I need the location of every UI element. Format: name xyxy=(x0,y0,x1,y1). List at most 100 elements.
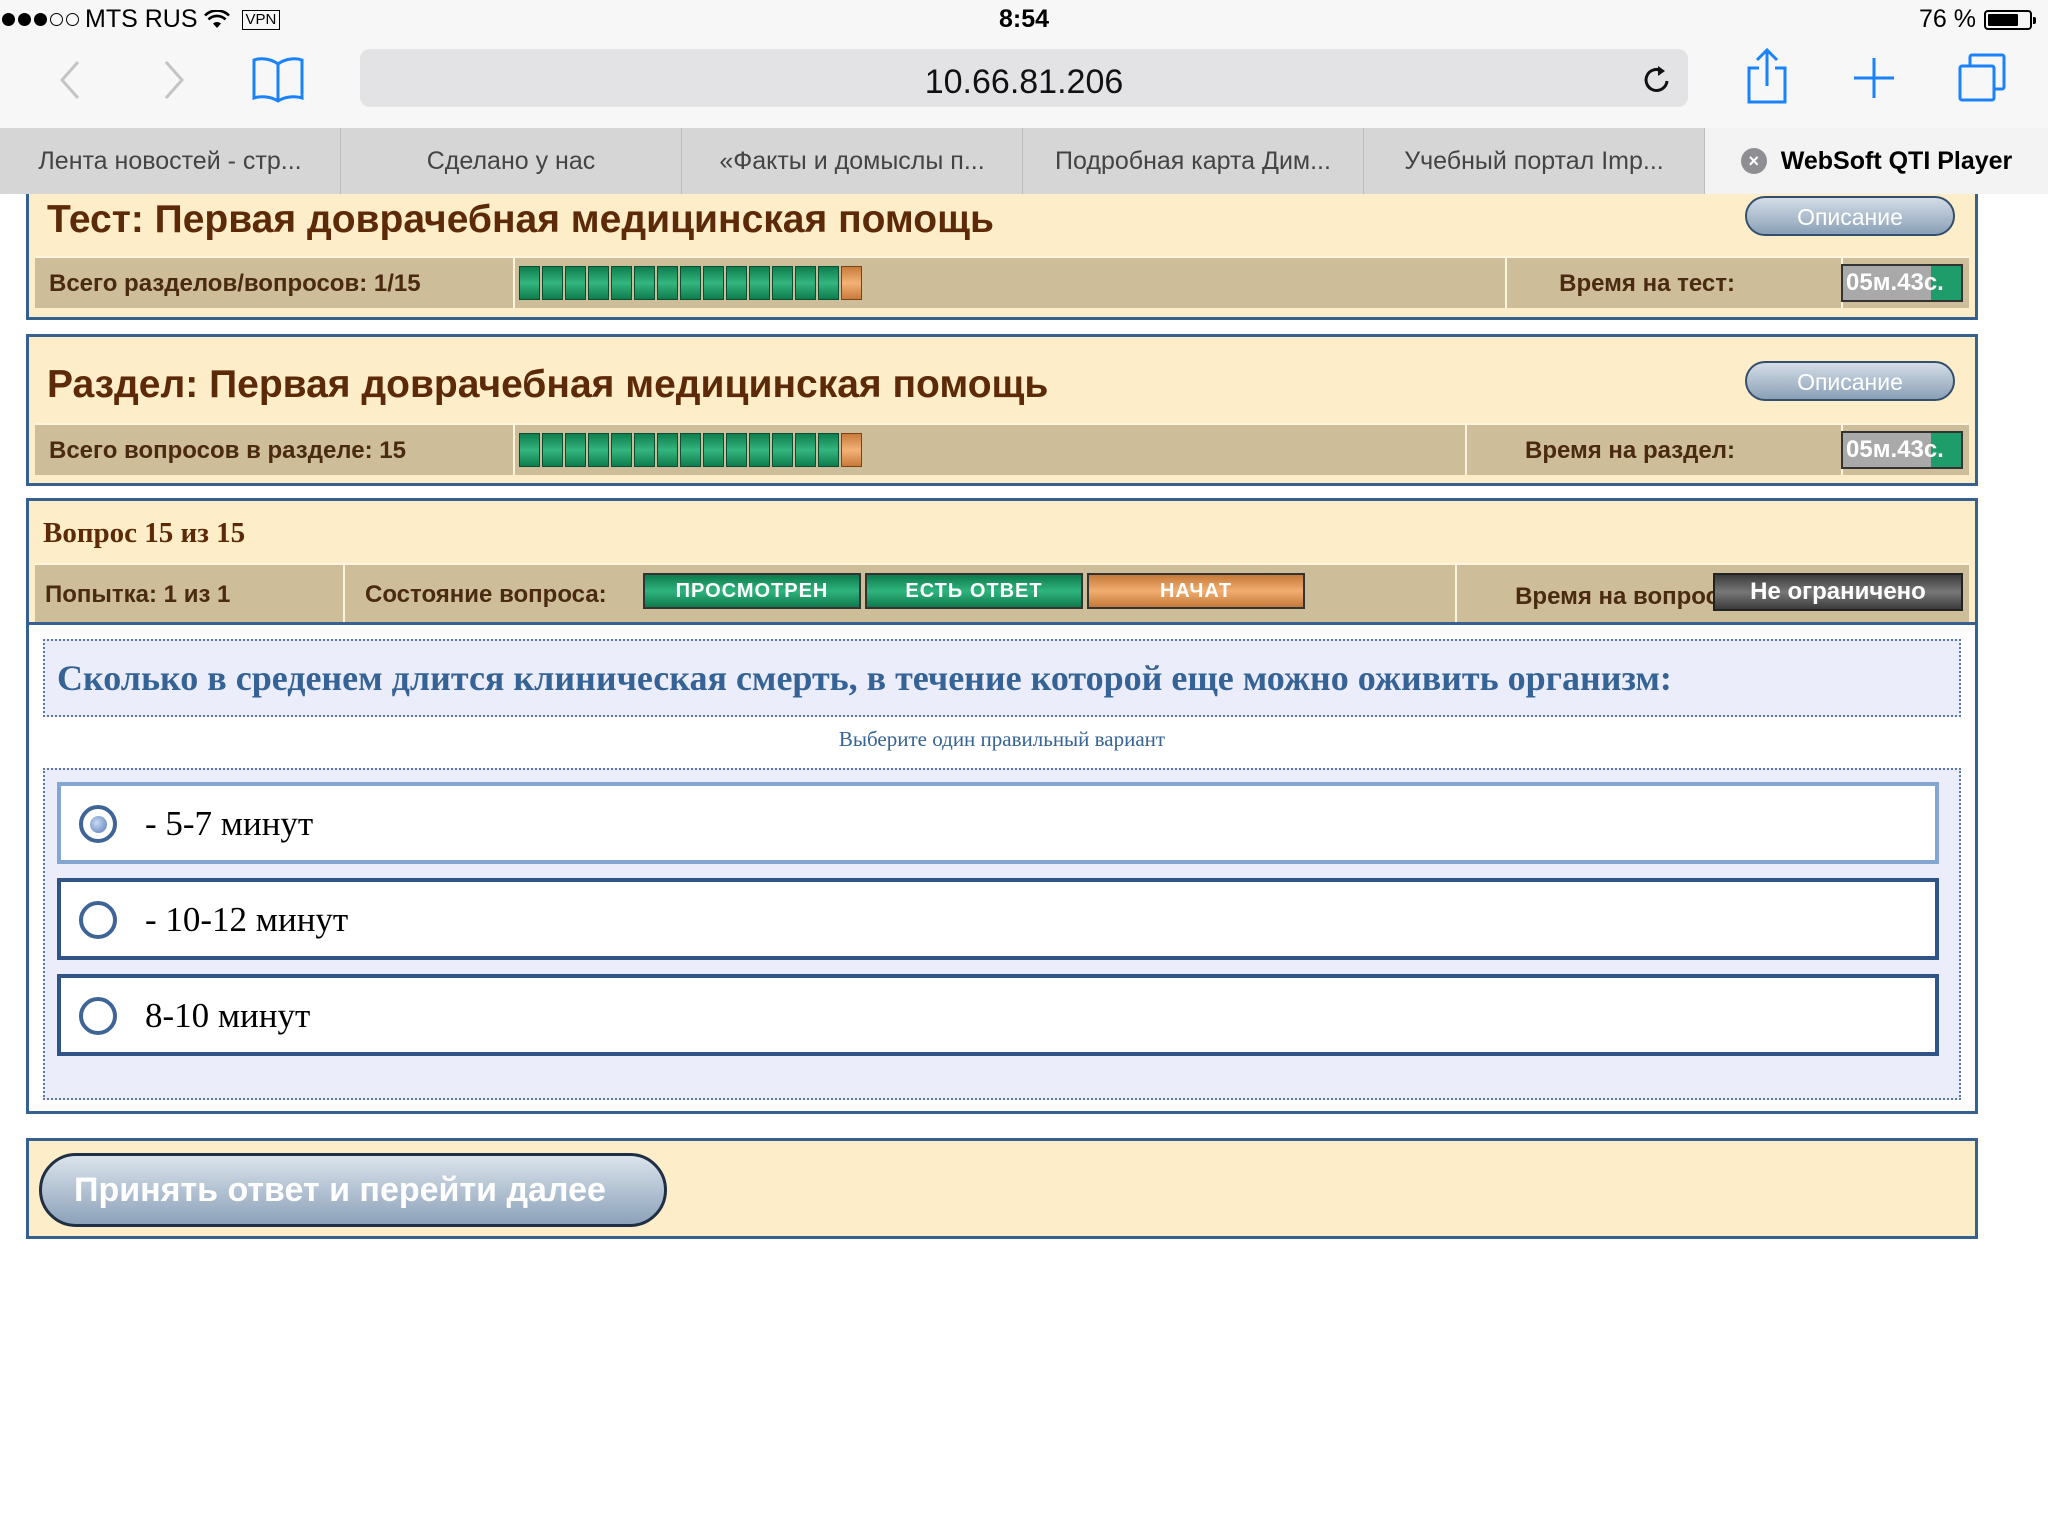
test-progress-bar xyxy=(519,266,862,300)
radio-button-checked[interactable] xyxy=(79,805,117,843)
question-time-value: Не ограничено xyxy=(1713,573,1963,611)
test-panel: Тест: Первая доврачебная медицинская пом… xyxy=(26,194,1978,320)
section-progress-label: Всего вопросов в разделе: 15 xyxy=(49,437,406,464)
tab-label: Подробная карта Дим... xyxy=(1055,146,1331,175)
tab-label: «Факты и домыслы п... xyxy=(719,146,985,175)
tab-label: Сделано у нас xyxy=(426,146,596,175)
progress-segment-done xyxy=(703,433,724,467)
progress-segment-done xyxy=(726,266,747,300)
share-icon[interactable] xyxy=(1745,46,1789,106)
tab-label: Лента новостей - стр... xyxy=(38,146,302,175)
test-title: Тест: Первая доврачебная медицинская пом… xyxy=(47,198,994,241)
new-tab-icon[interactable] xyxy=(1852,56,1896,100)
state-viewed-badge: ПРОСМОТРЕН xyxy=(643,573,861,609)
progress-segment-done xyxy=(772,433,793,467)
section-panel: Раздел: Первая доврачебная медицинская п… xyxy=(26,334,1978,486)
progress-segment-done xyxy=(588,266,609,300)
status-bar: MTS RUS VPN 8:54 76 % xyxy=(0,0,2048,40)
progress-segment-done xyxy=(680,266,701,300)
answer-hint: Выберите один правильный вариант xyxy=(838,727,1166,751)
bookmarks-icon[interactable] xyxy=(250,54,306,104)
state-started-badge: НАЧАТ xyxy=(1087,573,1305,609)
progress-segment-done xyxy=(542,266,563,300)
answer-option[interactable]: - 5-7 минут xyxy=(57,782,1939,864)
test-timer: 05м.43с. xyxy=(1841,264,1963,302)
progress-segment-done xyxy=(611,433,632,467)
address-bar[interactable]: 10.66.81.206 xyxy=(360,49,1688,107)
progress-segment-done xyxy=(519,433,540,467)
answer-option-label: - 5-7 минут xyxy=(145,804,314,843)
progress-segment-done xyxy=(519,266,540,300)
answer-option-label: 8-10 минут xyxy=(145,996,311,1035)
progress-segment-done xyxy=(657,433,678,467)
question-number: Вопрос 15 из 15 xyxy=(43,517,246,549)
progress-segment-done xyxy=(795,433,816,467)
attempt-label: Попытка: 1 из 1 xyxy=(45,581,231,608)
browser-tab[interactable]: Учебный портал Imp... xyxy=(1364,128,1705,194)
progress-segment-done xyxy=(657,266,678,300)
progress-segment-done xyxy=(634,433,655,467)
status-right: 76 % xyxy=(1919,5,2036,34)
progress-segment-done xyxy=(818,433,839,467)
tabs-icon[interactable] xyxy=(1956,52,2008,104)
question-time-label: Время на вопрос: xyxy=(1515,583,1727,610)
progress-segment-done xyxy=(749,266,770,300)
progress-segment-done xyxy=(611,266,632,300)
progress-segment-done xyxy=(634,266,655,300)
progress-segment-done xyxy=(565,266,586,300)
reload-icon[interactable] xyxy=(1642,63,1672,95)
url-text: 10.66.81.206 xyxy=(924,63,1124,101)
answer-options: - 5-7 минут - 10-12 минут 8-10 минут xyxy=(43,768,1961,1100)
question-stats-row: Попытка: 1 из 1 Состояние вопроса: ПРОСМ… xyxy=(35,563,1969,625)
tab-label: WebSoft QTI Player xyxy=(1780,146,2013,175)
browser-tab[interactable]: Лента новостей - стр... xyxy=(0,128,341,194)
answer-option[interactable]: - 10-12 минут xyxy=(57,878,1939,960)
question-state-label: Состояние вопроса: xyxy=(365,581,607,608)
browser-tab[interactable]: «Факты и домыслы п... xyxy=(682,128,1023,194)
tab-strip: Лента новостей - стр... Сделано у нас «Ф… xyxy=(0,128,2048,194)
progress-segment-current xyxy=(841,433,862,467)
question-text-box: Сколько в среденем длится клиническая см… xyxy=(43,639,1961,717)
progress-segment-done xyxy=(726,433,747,467)
progress-segment-done xyxy=(703,266,724,300)
browser-tab-active[interactable]: × WebSoft QTI Player xyxy=(1705,128,2048,194)
tab-label: Учебный портал Imp... xyxy=(1404,146,1664,175)
test-description-button[interactable]: Описание xyxy=(1745,196,1955,236)
battery-percent: 76 % xyxy=(1919,5,1976,33)
test-time-label: Время на тест: xyxy=(1559,270,1735,297)
test-progress-label: Всего разделов/вопросов: 1/15 xyxy=(49,270,421,297)
state-answered-badge: ЕСТЬ ОТВЕТ xyxy=(865,573,1083,609)
progress-segment-done xyxy=(818,266,839,300)
question-text: Сколько в среденем длится клиническая см… xyxy=(57,658,1672,698)
browser-toolbar: 10.66.81.206 xyxy=(0,40,2048,128)
answer-option[interactable]: 8-10 минут xyxy=(57,974,1939,1056)
progress-segment-done xyxy=(749,433,770,467)
progress-segment-done xyxy=(565,433,586,467)
question-body: Сколько в среденем длится клиническая см… xyxy=(26,622,1978,1114)
question-info-panel: Вопрос 15 из 15 Попытка: 1 из 1 Состояни… xyxy=(26,498,1978,625)
section-time-label: Время на раздел: xyxy=(1524,437,1735,464)
submit-answer-button[interactable]: Принять ответ и перейти далее xyxy=(39,1153,667,1227)
progress-segment-done xyxy=(542,433,563,467)
section-title: Раздел: Первая доврачебная медицинская п… xyxy=(47,363,1049,406)
browser-tab[interactable]: Подробная карта Дим... xyxy=(1023,128,1364,194)
progress-segment-current xyxy=(841,266,862,300)
section-stats-row: Всего вопросов в разделе: 15 Время на ра… xyxy=(35,423,1969,475)
back-icon[interactable] xyxy=(56,58,84,102)
close-tab-icon[interactable]: × xyxy=(1740,148,1767,174)
test-stats-row: Всего разделов/вопросов: 1/15 Время на т… xyxy=(35,256,1969,308)
radio-button[interactable] xyxy=(79,997,117,1035)
browser-tab[interactable]: Сделано у нас xyxy=(341,128,682,194)
submit-panel: Принять ответ и перейти далее xyxy=(26,1138,1978,1239)
forward-icon[interactable] xyxy=(160,58,188,102)
answer-option-label: - 10-12 минут xyxy=(145,900,349,939)
battery-icon xyxy=(1984,9,2036,30)
section-timer: 05м.43с. xyxy=(1841,431,1963,469)
section-description-button[interactable]: Описание xyxy=(1745,361,1955,401)
radio-button[interactable] xyxy=(79,901,117,939)
progress-segment-done xyxy=(795,266,816,300)
section-progress-bar xyxy=(519,433,862,467)
progress-segment-done xyxy=(588,433,609,467)
progress-segment-done xyxy=(772,266,793,300)
progress-segment-done xyxy=(680,433,701,467)
